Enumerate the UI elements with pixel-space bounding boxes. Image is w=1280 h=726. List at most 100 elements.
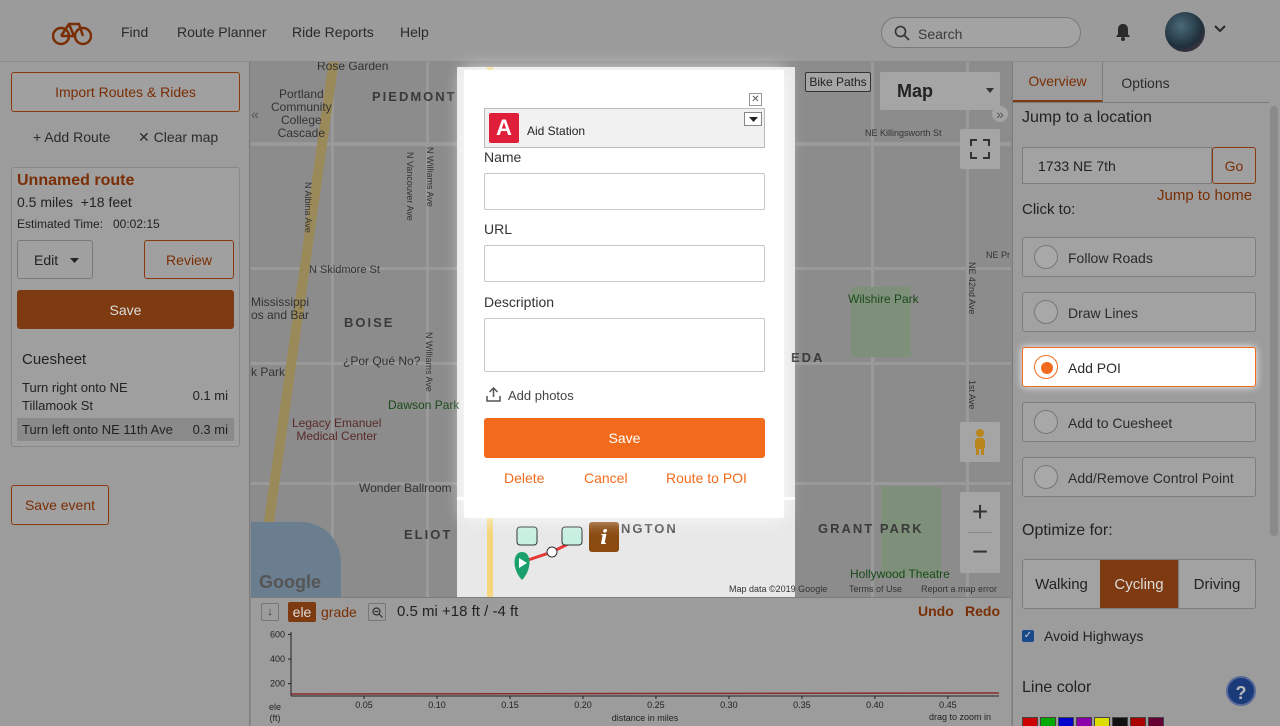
tab-grade[interactable]: grade bbox=[321, 604, 357, 620]
name-field[interactable] bbox=[484, 173, 765, 210]
color-swatch[interactable] bbox=[1022, 717, 1038, 726]
nav-ride-reports[interactable]: Ride Reports bbox=[292, 24, 374, 40]
cue-text: Turn left onto NE 11th Ave bbox=[22, 422, 173, 437]
map-label: ¿Por Qué No? bbox=[343, 354, 421, 368]
y-axis-label: ele bbox=[269, 702, 281, 712]
search-placeholder: Search bbox=[918, 26, 963, 42]
nav-find[interactable]: Find bbox=[121, 24, 148, 40]
radio-button[interactable] bbox=[1034, 300, 1058, 324]
x-tick-label: 0.30 bbox=[720, 700, 738, 710]
mode-driving[interactable]: Driving bbox=[1178, 560, 1255, 608]
map-type-dropdown[interactable]: Map bbox=[880, 72, 1000, 110]
cue-row[interactable]: Turn right onto NE Tillamook St 0.1 mi bbox=[17, 376, 234, 416]
tab-elevation[interactable]: ele bbox=[288, 602, 316, 622]
scrollbar[interactable] bbox=[1270, 106, 1278, 536]
delete-button[interactable]: Delete bbox=[504, 470, 544, 486]
cancel-button[interactable]: Cancel bbox=[584, 470, 628, 486]
color-swatch[interactable] bbox=[1058, 717, 1074, 726]
radio-button[interactable] bbox=[1034, 410, 1058, 434]
description-field[interactable] bbox=[484, 318, 765, 372]
bicycle-logo-icon[interactable] bbox=[52, 18, 92, 46]
zoom-controls: + − bbox=[960, 492, 1000, 573]
map-type-label: Map bbox=[897, 81, 933, 101]
map-label: Legacy Emanuel Medical Center bbox=[292, 416, 382, 443]
elevation-chart[interactable]: 600 400 200 0.05 0.10 0.15 0.20 0.25 0.30 0.35 0.4… bbox=[251, 626, 1011, 726]
radio-button[interactable] bbox=[1034, 245, 1058, 269]
clear-map-button[interactable]: ✕ Clear map bbox=[138, 129, 218, 146]
go-button[interactable]: Go bbox=[1212, 147, 1256, 184]
tab-overview[interactable]: Overview bbox=[1013, 62, 1103, 103]
fullscreen-button[interactable] bbox=[960, 129, 1000, 169]
search-icon bbox=[894, 25, 910, 41]
radio-button[interactable] bbox=[1034, 465, 1058, 489]
collapse-right-icon[interactable]: » bbox=[992, 106, 1008, 122]
color-swatch[interactable] bbox=[1094, 717, 1110, 726]
option-follow-roads[interactable]: Follow Roads bbox=[1022, 237, 1256, 277]
mode-cycling[interactable]: Cycling bbox=[1100, 560, 1178, 608]
route-to-poi-button[interactable]: Route to POI bbox=[666, 470, 747, 486]
route-title[interactable]: Unnamed route bbox=[17, 172, 134, 190]
terms-link[interactable]: Terms of Use bbox=[849, 584, 902, 594]
url-field[interactable] bbox=[484, 245, 765, 282]
undo-button[interactable]: Undo bbox=[918, 603, 954, 619]
bike-paths-toggle[interactable]: Bike Paths bbox=[805, 72, 871, 92]
route-card: Unnamed route 0.5 miles +18 feet Estimat… bbox=[11, 167, 240, 447]
avoid-highways-checkbox[interactable]: ✓ bbox=[1022, 630, 1034, 642]
x-tick-label: 0.15 bbox=[501, 700, 519, 710]
collapse-elevation-icon[interactable]: ↓ bbox=[261, 603, 279, 621]
mode-walking[interactable]: Walking bbox=[1023, 560, 1100, 608]
report-map-error-link[interactable]: Report a map error bbox=[921, 584, 997, 594]
option-draw-lines[interactable]: Draw Lines bbox=[1022, 292, 1256, 332]
save-event-button[interactable]: Save event bbox=[11, 485, 109, 525]
zoom-in-button[interactable]: + bbox=[960, 492, 1000, 532]
color-swatch[interactable] bbox=[1148, 717, 1164, 726]
map-label: Dawson Park bbox=[388, 398, 460, 412]
caret-down-icon bbox=[749, 117, 758, 122]
zoom-out-elevation-button[interactable] bbox=[368, 603, 386, 621]
map-label: Portland Community College Cascade bbox=[271, 87, 332, 140]
collapse-left-icon[interactable]: « bbox=[251, 106, 263, 122]
bell-icon[interactable] bbox=[1113, 22, 1133, 42]
tab-options[interactable]: Options bbox=[1103, 62, 1188, 103]
cue-row[interactable]: Turn left onto NE 11th Ave 0.3 mi bbox=[17, 418, 234, 441]
radio-button[interactable] bbox=[1034, 355, 1058, 379]
jump-home-link[interactable]: Jump to home bbox=[1157, 187, 1252, 204]
street-view-pegman[interactable] bbox=[960, 422, 1000, 462]
option-add-poi[interactable]: Add POI bbox=[1022, 347, 1256, 387]
nav-route-planner[interactable]: Route Planner bbox=[177, 24, 267, 40]
name-label: Name bbox=[484, 149, 522, 165]
option-add-to-cuesheet[interactable]: Add to Cuesheet bbox=[1022, 402, 1256, 442]
map-label: Mississippi os and Bar bbox=[251, 295, 310, 322]
poi-type-select[interactable]: A Aid Station bbox=[484, 108, 765, 148]
jump-location-input[interactable]: 1733 NE 7th bbox=[1022, 147, 1212, 184]
cue-distance: 0.1 mi bbox=[192, 388, 228, 403]
color-swatch[interactable] bbox=[1130, 717, 1146, 726]
review-button[interactable]: Review bbox=[144, 240, 234, 279]
chevron-down-icon[interactable] bbox=[1213, 24, 1227, 34]
zoom-out-button[interactable]: − bbox=[960, 533, 1000, 573]
save-poi-button[interactable]: Save bbox=[484, 418, 765, 458]
avatar[interactable] bbox=[1165, 12, 1205, 52]
map-label: N Williams Ave bbox=[425, 147, 435, 207]
close-icon[interactable]: ✕ bbox=[749, 93, 762, 106]
import-routes-button[interactable]: Import Routes & Rides bbox=[11, 72, 240, 112]
edit-dropdown[interactable]: Edit bbox=[17, 240, 93, 279]
map-label: PIEDMONT bbox=[372, 89, 457, 104]
nav-help[interactable]: Help bbox=[400, 24, 429, 40]
add-route-button[interactable]: + Add Route bbox=[33, 129, 110, 145]
info-poi-icon[interactable]: i bbox=[589, 522, 619, 552]
option-control-point[interactable]: Add/Remove Control Point bbox=[1022, 457, 1256, 497]
color-swatch[interactable] bbox=[1076, 717, 1092, 726]
redo-button[interactable]: Redo bbox=[965, 603, 1000, 619]
select-caret[interactable] bbox=[744, 112, 762, 126]
x-tick-label: 0.35 bbox=[793, 700, 811, 710]
search-input[interactable]: Search bbox=[881, 17, 1081, 48]
color-swatch[interactable] bbox=[1040, 717, 1056, 726]
x-axis-label: distance in miles bbox=[612, 713, 679, 723]
color-swatch[interactable] bbox=[1112, 717, 1128, 726]
optimize-label: Optimize for: bbox=[1022, 522, 1113, 539]
help-icon[interactable]: ? bbox=[1226, 676, 1256, 706]
map-label: GRANT PARK bbox=[818, 521, 924, 536]
map-label: N Williams Ave bbox=[424, 332, 434, 392]
save-route-button[interactable]: Save bbox=[17, 290, 234, 329]
